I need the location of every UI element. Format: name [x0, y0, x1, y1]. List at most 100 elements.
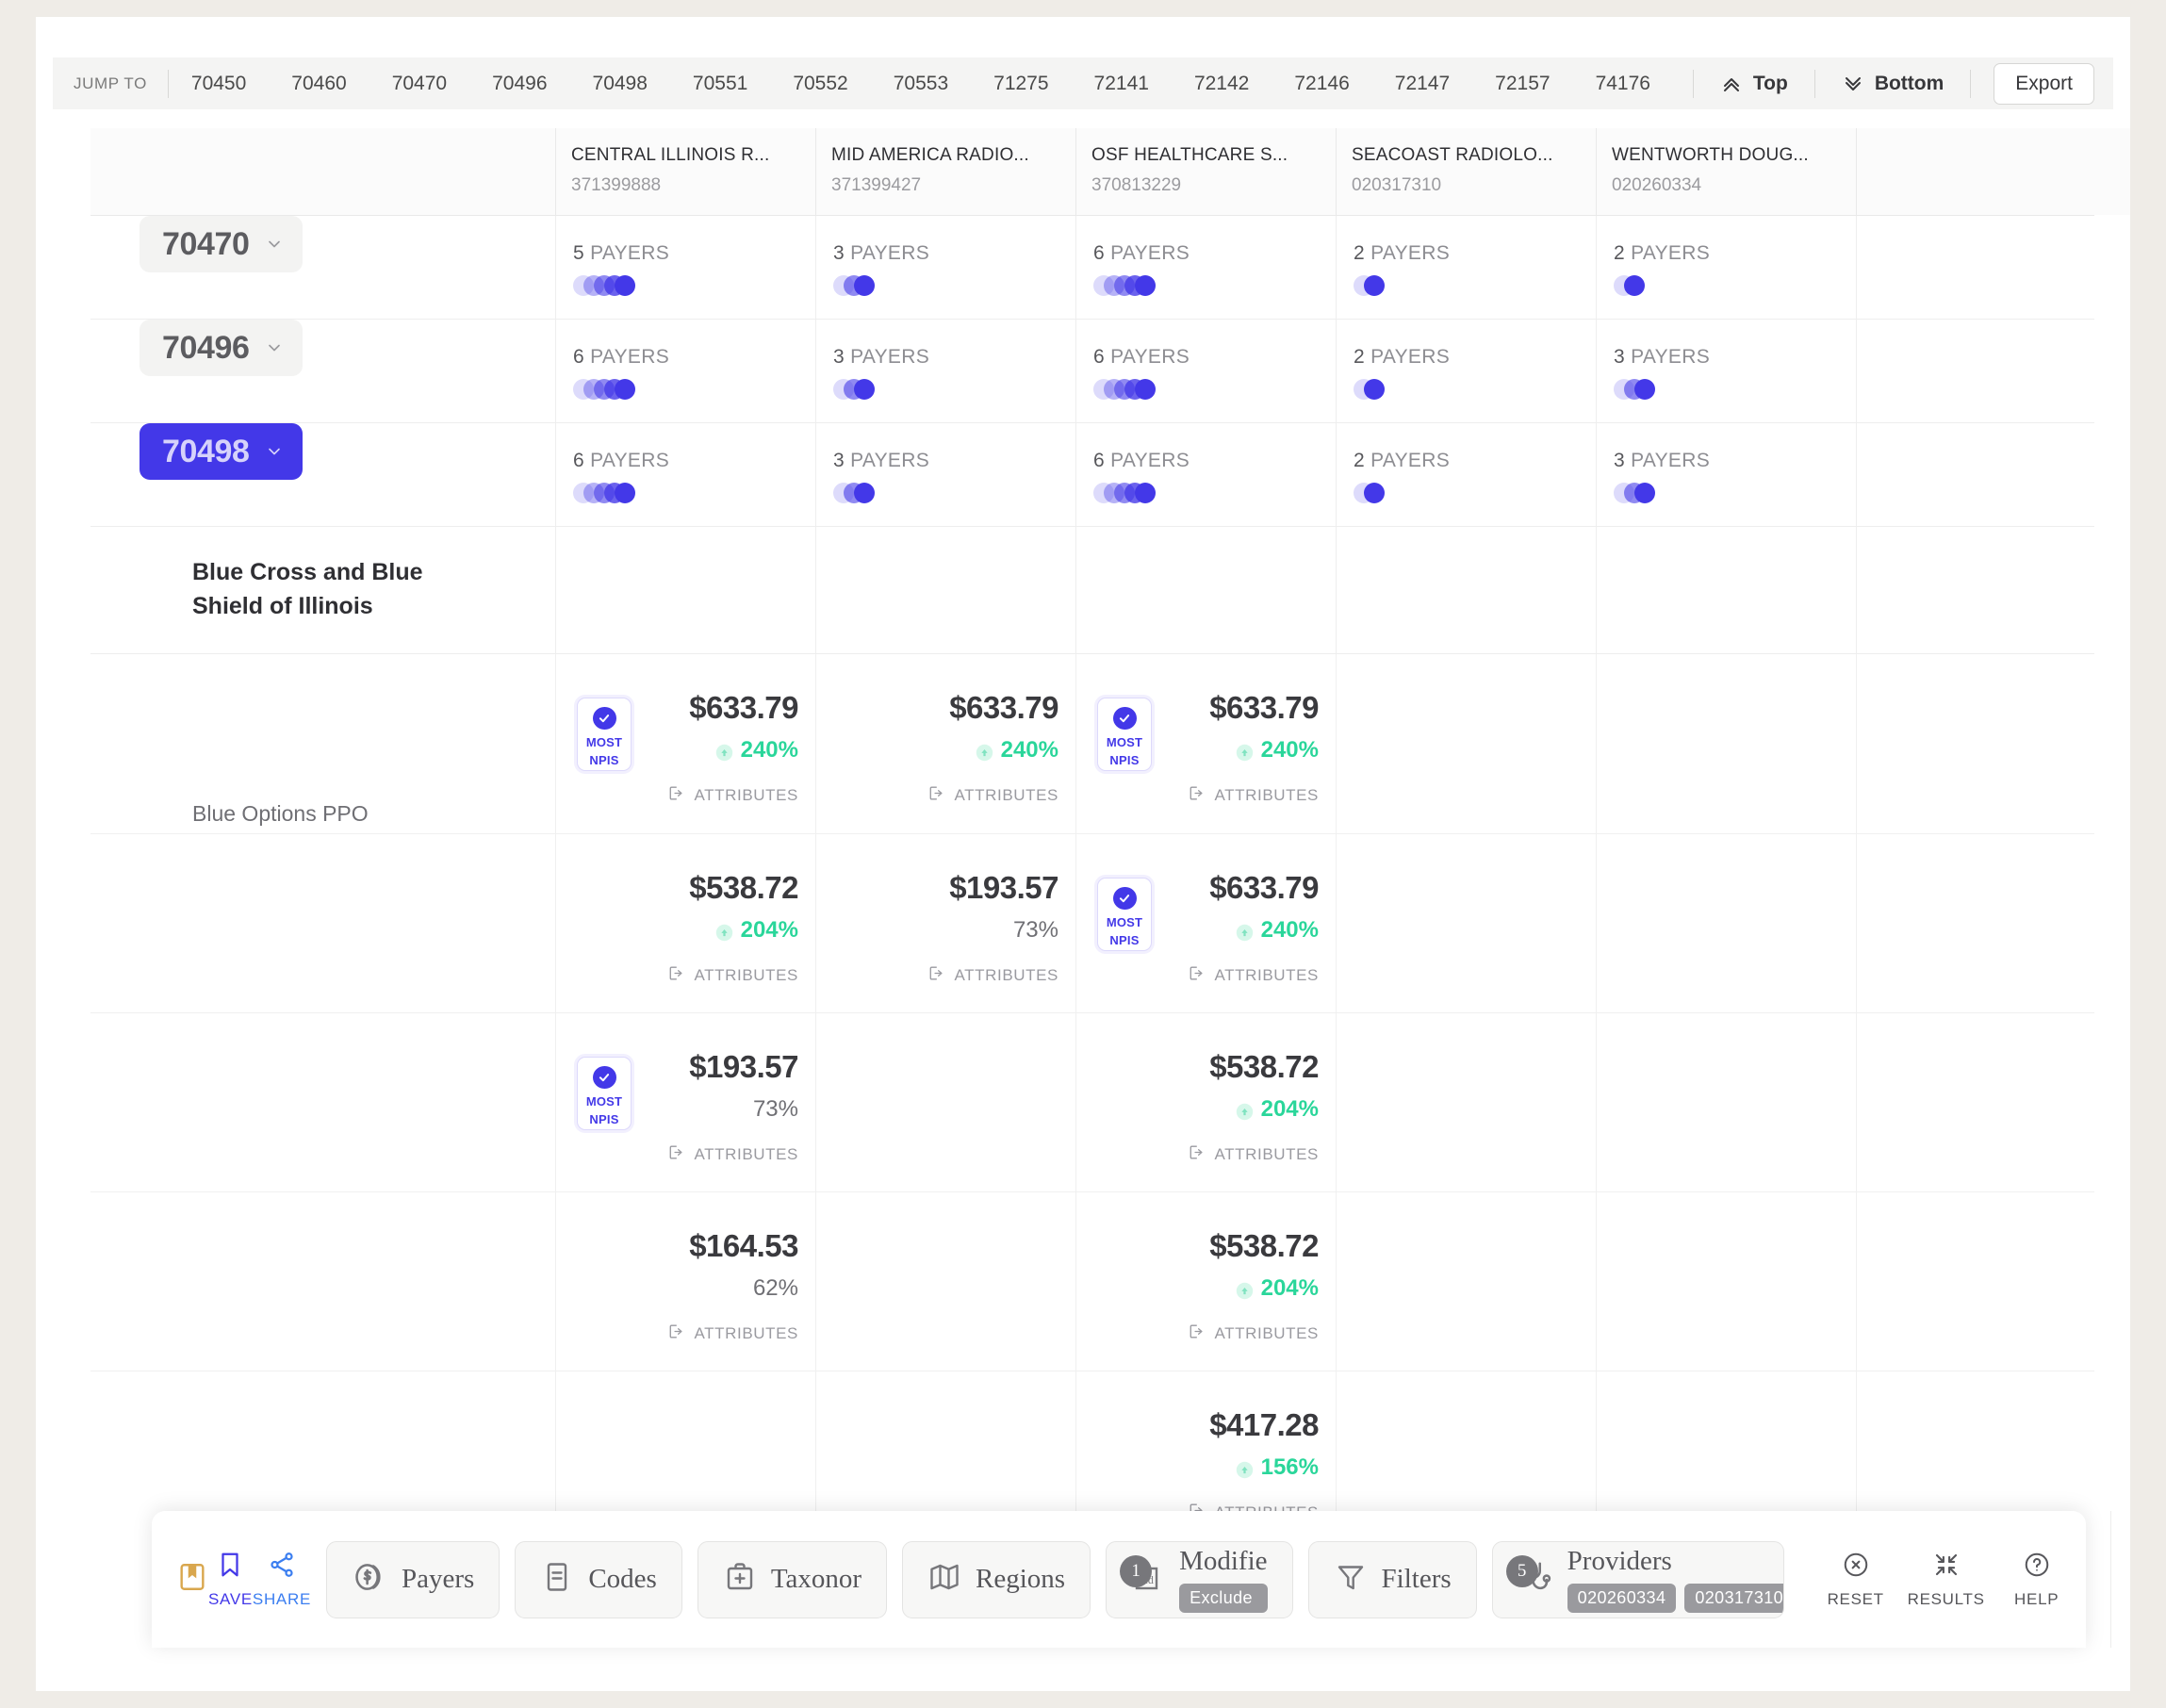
external-link-icon	[1187, 1143, 1205, 1166]
attributes-link[interactable]: ATTRIBUTES	[816, 964, 1058, 987]
attributes-link[interactable]: ATTRIBUTES	[1076, 1322, 1319, 1345]
payer-count-cell[interactable]: 6 PAYERS	[555, 320, 815, 422]
collapse-arrows-icon	[1932, 1551, 1961, 1584]
scroll-to-top-button[interactable]: Top	[1694, 73, 1814, 95]
code-chip-70470[interactable]: 70470	[139, 216, 303, 272]
price-cell[interactable]: $633.79 240% ATTRIBUTES	[815, 654, 1075, 833]
price-cell	[1336, 834, 1596, 1012]
payer-count-cell[interactable]: 3 PAYERS	[815, 216, 1075, 319]
jump-code-70450[interactable]: 70450	[169, 57, 269, 109]
jump-code-74176[interactable]: 74176	[1573, 57, 1673, 109]
attributes-link[interactable]: ATTRIBUTES	[1076, 964, 1319, 987]
provider-column-header[interactable]: CENTRAL ILLINOIS R... 371399888	[555, 128, 815, 215]
bookmark-button[interactable]	[176, 1561, 208, 1598]
export-button[interactable]: Export	[1994, 62, 2094, 105]
price-cell	[1336, 654, 1596, 833]
most-npis-badge[interactable]: MOST NPIS	[577, 698, 632, 771]
jump-code-70496[interactable]: 70496	[469, 57, 569, 109]
code-chip-70498[interactable]: 70498	[139, 423, 303, 480]
filters-button[interactable]: Filters	[1307, 1540, 1477, 1618]
results-button[interactable]: RESULTS	[1901, 1551, 1992, 1609]
provider-column-header[interactable]: MID AMERICA RADIO... 371399427	[815, 128, 1075, 215]
external-link-icon	[1187, 1322, 1205, 1345]
jump-code-72142[interactable]: 72142	[1172, 57, 1272, 109]
payer-count-cell[interactable]: 2 PAYERS	[1336, 320, 1596, 422]
jump-code-72141[interactable]: 72141	[1072, 57, 1172, 109]
provider-npi: 020317310	[1352, 175, 1442, 195]
attributes-link[interactable]: ATTRIBUTES	[1076, 1143, 1319, 1166]
attributes-link[interactable]: ATTRIBUTES	[816, 784, 1058, 807]
external-link-icon	[666, 1143, 684, 1166]
jump-code-70553[interactable]: 70553	[871, 57, 971, 109]
price-cell[interactable]: MOST NPIS $633.79 240% ATTRIBUTES	[1075, 834, 1336, 1012]
scroll-to-bottom-button[interactable]: Bottom	[1815, 73, 1970, 95]
payer-count-cell[interactable]: 6 PAYERS	[1075, 423, 1336, 526]
provider-column-header[interactable]: OSF HEALTHCARE S... 370813229	[1075, 128, 1336, 215]
price-cell[interactable]: $538.72 204% ATTRIBUTES	[1075, 1013, 1336, 1191]
payer-count-cell[interactable]: 3 PAYERS	[1596, 320, 1856, 422]
code-chip-70496[interactable]: 70496	[139, 320, 303, 376]
price-percent-text: 73%	[752, 1096, 798, 1122]
attributes-link[interactable]: ATTRIBUTES	[556, 1143, 798, 1166]
price-percent-text: 240%	[740, 737, 798, 763]
payer-count-cell[interactable]: 2 PAYERS	[1336, 216, 1596, 319]
codes-filter-button[interactable]: Codes	[515, 1540, 682, 1618]
jump-code-70551[interactable]: 70551	[670, 57, 770, 109]
modifier-filter-button[interactable]: 1 Ad Modifie Exclude	[1106, 1540, 1293, 1618]
attributes-link[interactable]: ATTRIBUTES	[556, 1322, 798, 1345]
attributes-link[interactable]: ATTRIBUTES	[556, 784, 798, 807]
jump-code-70498[interactable]: 70498	[570, 57, 670, 109]
payer-count-cell[interactable]: 5 PAYERS	[555, 216, 815, 319]
price-cell[interactable]: $538.72 204% ATTRIBUTES	[555, 834, 815, 1012]
jump-code-74177[interactable]: 74177	[1673, 57, 1693, 109]
payer-count-cell[interactable]: 6 PAYERS	[555, 423, 815, 526]
price-cell[interactable]: $538.72 204% ATTRIBUTES	[1075, 1192, 1336, 1371]
jump-code-72157[interactable]: 72157	[1472, 57, 1572, 109]
attributes-link[interactable]: ATTRIBUTES	[556, 964, 798, 987]
payer-density-dots	[1354, 275, 1596, 296]
jump-code-70470[interactable]: 70470	[369, 57, 469, 109]
jump-code-71275[interactable]: 71275	[971, 57, 1071, 109]
price-value: $164.53	[689, 1228, 798, 1263]
most-npis-badge[interactable]: MOST NPIS	[577, 1057, 632, 1130]
payer-density-dots	[1093, 275, 1336, 296]
attributes-link[interactable]: ATTRIBUTES	[1076, 784, 1319, 807]
help-button[interactable]: HELP	[1992, 1551, 2082, 1609]
payer-count-cell[interactable]: 3 PAYERS	[1596, 423, 1856, 526]
most-npis-badge[interactable]: MOST NPIS	[1097, 878, 1152, 951]
bookmark-icon	[176, 1561, 208, 1598]
payer-count-cell[interactable]: 3 PAYERS	[815, 320, 1075, 422]
save-button[interactable]: SAVE	[208, 1551, 253, 1609]
taxonomy-filter-button[interactable]: Taxonor	[697, 1540, 888, 1618]
price-cell[interactable]: $193.57 73% ATTRIBUTES	[815, 834, 1075, 1012]
payer-density-dots	[833, 483, 1075, 503]
price-cell[interactable]: MOST NPIS $633.79 240% ATTRIBUTES	[555, 654, 815, 833]
share-button[interactable]: SHARE	[253, 1551, 311, 1609]
jump-code-72146[interactable]: 72146	[1272, 57, 1371, 109]
jump-code-70460[interactable]: 70460	[269, 57, 369, 109]
price-cell[interactable]: MOST NPIS $193.57 73% ATTRIBUTES	[555, 1013, 815, 1191]
payer-count-cell[interactable]: 2 PAYERS	[1596, 216, 1856, 319]
payer-count-cell[interactable]: 2 PAYERS	[1336, 423, 1596, 526]
jump-code-72147[interactable]: 72147	[1372, 57, 1472, 109]
provider-column-header[interactable]: SEACOAST RADIOLO... 020317310	[1336, 128, 1596, 215]
payers-filter-button[interactable]: Payers	[325, 1540, 500, 1618]
payer-count-cell[interactable]: 6 PAYERS	[1075, 320, 1336, 422]
regions-filter-button[interactable]: Regions	[902, 1540, 1091, 1618]
funnel-icon	[1334, 1560, 1368, 1599]
price-cell[interactable]: MOST NPIS $633.79 240% ATTRIBUTES	[1075, 654, 1336, 833]
providers-filter-button[interactable]: 5 Providers 020260334020317310370	[1491, 1540, 1784, 1618]
payer-count-cell[interactable]: 6 PAYERS	[1075, 216, 1336, 319]
most-npis-badge[interactable]: MOST NPIS	[1097, 698, 1152, 771]
payer-group-blank-4	[1336, 527, 1596, 653]
jump-code-70552[interactable]: 70552	[770, 57, 870, 109]
arrow-up-badge-icon	[1236, 742, 1254, 761]
provider-chip[interactable]: 020260334	[1567, 1584, 1677, 1613]
share-icon	[268, 1551, 296, 1584]
price-cell[interactable]: $164.53 62% ATTRIBUTES	[555, 1192, 815, 1371]
reset-button[interactable]: RESET	[1811, 1551, 1901, 1609]
payer-count-cell[interactable]: 3 PAYERS	[815, 423, 1075, 526]
provider-column-header[interactable]: WENTWORTH DOUG... 020260334	[1596, 128, 1856, 215]
price-cell	[1336, 1013, 1596, 1191]
provider-chip[interactable]: 020317310	[1684, 1584, 1783, 1613]
